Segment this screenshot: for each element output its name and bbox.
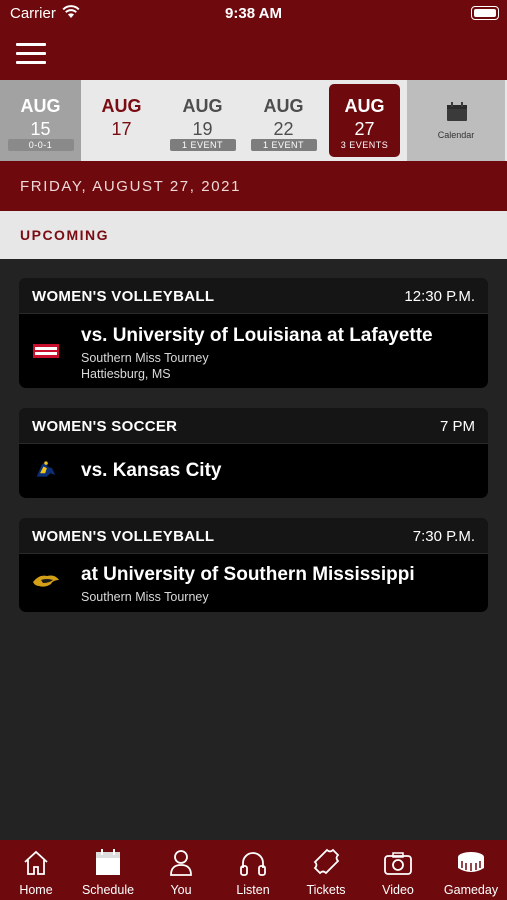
event-card[interactable]: WOMEN'S SOCCER 7 PM vs. Kansas City: [19, 408, 488, 498]
hamburger-menu-icon[interactable]: [16, 43, 46, 65]
event-tourney: Southern Miss Tourney: [81, 351, 209, 365]
nav-bar: [0, 30, 507, 80]
home-icon: [24, 850, 48, 875]
user-icon: [170, 850, 192, 876]
event-card[interactable]: WOMEN'S VOLLEYBALL 12:30 P.M. vs. Univer…: [19, 278, 488, 388]
event-sport: WOMEN'S VOLLEYBALL: [32, 288, 215, 305]
event-sport: WOMEN'S SOCCER: [32, 418, 178, 435]
date-month: AUG: [101, 96, 142, 116]
ragin-cajuns-logo-icon: [33, 344, 59, 358]
event-tourney: Southern Miss Tourney: [81, 590, 209, 604]
calendar-icon: [96, 849, 120, 875]
tab-tickets[interactable]: Tickets: [290, 840, 362, 900]
stadium-icon: [458, 852, 484, 872]
headphones-icon: [240, 852, 266, 876]
upcoming-label: UPCOMING: [20, 227, 109, 243]
calendar-button[interactable]: Calendar: [407, 80, 505, 161]
tab-label: Listen: [236, 883, 270, 897]
event-card-header: WOMEN'S SOCCER 7 PM: [19, 408, 488, 444]
tab-label: Gameday: [443, 883, 499, 897]
kangaroo-logo-icon: [36, 461, 56, 477]
tab-listen[interactable]: Listen: [217, 840, 289, 900]
tab-label: Home: [19, 883, 53, 897]
event-sport: WOMEN'S VOLLEYBALL: [32, 528, 215, 545]
event-time: 7:30 P.M.: [412, 528, 475, 545]
camera-icon: [384, 852, 412, 875]
date-month: AUG: [344, 96, 385, 116]
tab-label: Tickets: [306, 883, 346, 897]
date-item-aug-15[interactable]: AUG 15 0-0-1: [0, 80, 81, 161]
date-badge: 1 EVENT: [169, 139, 236, 151]
tab-video[interactable]: Video: [362, 840, 434, 900]
tab-label: You: [170, 883, 192, 897]
ticket-icon: [313, 848, 340, 875]
event-card-header: WOMEN'S VOLLEYBALL 12:30 P.M.: [19, 278, 488, 314]
date-month: AUG: [20, 96, 61, 116]
tab-bar: Home Schedule You Listen Tickets Video G…: [0, 840, 507, 900]
tab-gameday[interactable]: Gameday: [435, 840, 507, 900]
selected-date-title: FRIDAY, AUGUST 27, 2021: [20, 178, 242, 195]
date-month: AUG: [182, 96, 223, 116]
event-time: 12:30 P.M.: [404, 288, 475, 305]
event-opponent: vs. University of Louisiana at Lafayette: [81, 325, 433, 346]
event-card[interactable]: WOMEN'S VOLLEYBALL 7:30 P.M. at Universi…: [19, 518, 488, 612]
event-opponent: vs. Kansas City: [81, 460, 222, 481]
date-strip: AUG 15 0-0-1 AUG 17 AUG 19 1 EVENT AUG 2…: [0, 80, 507, 161]
tab-label: Video: [382, 883, 414, 897]
tab-you[interactable]: You: [145, 840, 217, 900]
battery-icon: [471, 6, 499, 20]
date-badge: 3 EVENTS: [340, 140, 389, 150]
calendar-icon: [447, 102, 467, 121]
date-day: 27: [354, 119, 375, 139]
event-card-header: WOMEN'S VOLLEYBALL 7:30 P.M.: [19, 518, 488, 554]
event-time: 7 PM: [439, 418, 475, 435]
date-day: 19: [192, 119, 213, 139]
tab-schedule[interactable]: Schedule: [72, 840, 144, 900]
golden-eagle-logo-icon: [33, 575, 59, 587]
calendar-label: Calendar: [437, 130, 475, 140]
date-day: 17: [111, 119, 132, 139]
date-badge: 0-0-1: [7, 139, 74, 151]
date-day: 15: [30, 119, 51, 139]
status-bar: Carrier 9:38 AM: [0, 0, 507, 30]
date-badge: 1 EVENT: [250, 139, 317, 151]
tab-label: Schedule: [81, 883, 135, 897]
tab-home[interactable]: Home: [0, 840, 72, 900]
event-location: Hattiesburg, MS: [81, 367, 171, 381]
date-month: AUG: [263, 96, 304, 116]
clock: 9:38 AM: [225, 5, 282, 22]
date-day: 22: [273, 119, 294, 139]
date-item-aug-17[interactable]: AUG 17: [81, 80, 162, 161]
section-header: UPCOMING: [0, 211, 507, 259]
event-opponent: at University of Southern Mississippi: [81, 564, 415, 585]
date-item-aug-22[interactable]: AUG 22 1 EVENT: [243, 80, 324, 161]
date-header: FRIDAY, AUGUST 27, 2021: [0, 161, 507, 211]
date-item-aug-19[interactable]: AUG 19 1 EVENT: [162, 80, 243, 161]
date-item-aug-27-selected[interactable]: AUG 27 3 EVENTS: [329, 84, 400, 157]
